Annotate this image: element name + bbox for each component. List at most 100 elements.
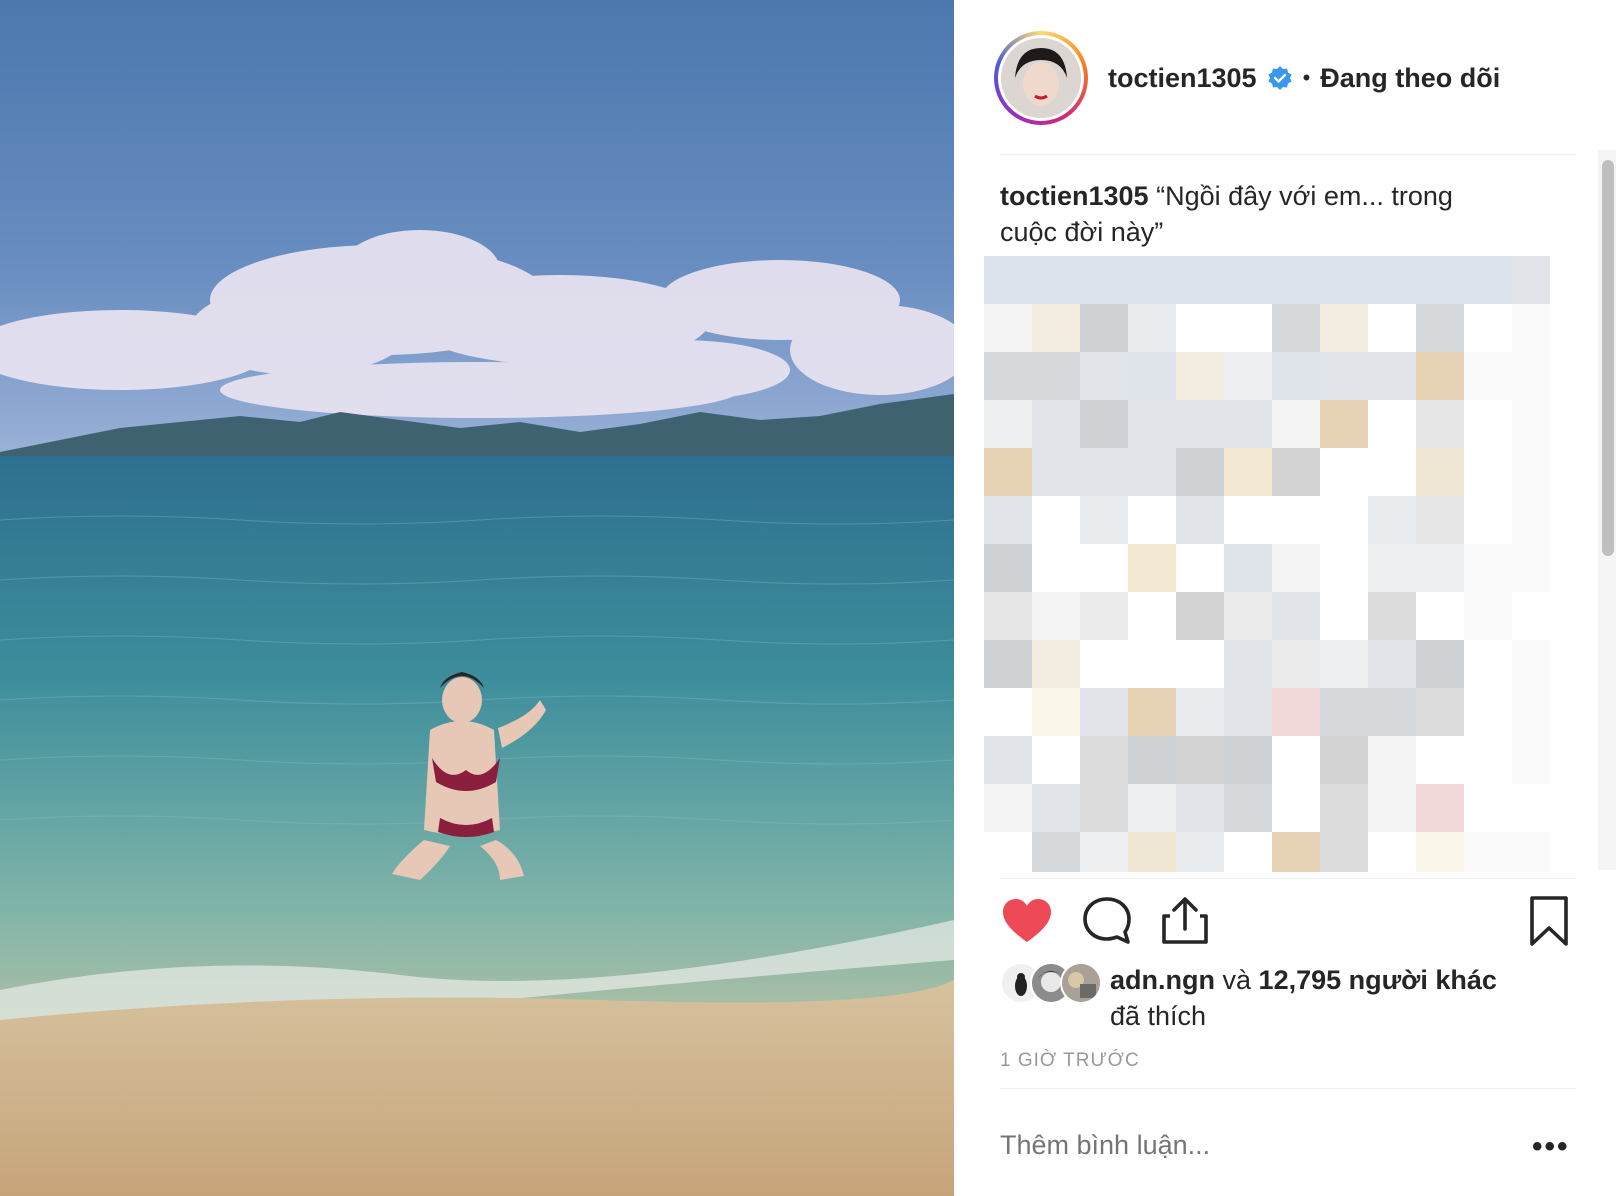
mosaic-cell xyxy=(1416,256,1464,304)
bookmark-icon[interactable] xyxy=(1522,894,1576,948)
post-username[interactable]: toctien1305 xyxy=(1108,63,1257,94)
mosaic-cell xyxy=(1320,256,1368,304)
more-options-button[interactable]: ••• xyxy=(1532,1130,1570,1164)
mosaic-cell xyxy=(1224,352,1272,400)
post-caption: toctien1305 “Ngồi đây với em... trong cu… xyxy=(1000,178,1500,250)
mosaic-cell xyxy=(1464,496,1512,544)
mosaic-cell xyxy=(984,256,1032,304)
mosaic-cell xyxy=(1320,544,1368,592)
comment-divider xyxy=(1000,1088,1576,1089)
mosaic-cell xyxy=(1368,784,1416,832)
mosaic-cell xyxy=(1032,784,1080,832)
mosaic-cell xyxy=(984,496,1032,544)
mosaic-cell xyxy=(1032,496,1080,544)
mosaic-cell xyxy=(1416,640,1464,688)
mosaic-cell xyxy=(1032,400,1080,448)
mosaic-cell xyxy=(1224,832,1272,872)
mosaic-cell xyxy=(1128,688,1176,736)
profile-avatar[interactable] xyxy=(994,31,1088,125)
mosaic-cell xyxy=(1464,688,1512,736)
mosaic-cell xyxy=(1032,736,1080,784)
follow-status-button[interactable]: Đang theo dõi xyxy=(1320,63,1500,94)
mosaic-cell xyxy=(1368,544,1416,592)
mosaic-cell xyxy=(984,832,1032,872)
avatar-inner xyxy=(998,35,1084,121)
mosaic-cell xyxy=(1224,640,1272,688)
mosaic-cell xyxy=(1272,832,1320,872)
mosaic-cell xyxy=(1032,688,1080,736)
post-timestamp[interactable]: 1 GIỜ TRƯỚC xyxy=(1000,1050,1140,1072)
mosaic-cell xyxy=(1128,256,1176,304)
mosaic-cell xyxy=(1176,544,1224,592)
liker-avatar[interactable] xyxy=(1060,962,1102,1004)
mosaic-cell xyxy=(1224,544,1272,592)
mosaic-cell xyxy=(1128,784,1176,832)
avatar-portrait xyxy=(1001,38,1081,118)
comment-input[interactable] xyxy=(1000,1130,1500,1161)
mosaic-cell xyxy=(1272,640,1320,688)
likes-text: adn.ngn và 12,795 người khác đã thích xyxy=(1110,962,1497,1034)
mosaic-cell xyxy=(1368,496,1416,544)
mosaic-cell xyxy=(1224,784,1272,832)
liked-by-username[interactable]: adn.ngn xyxy=(1110,965,1215,995)
mosaic-cell xyxy=(1512,544,1550,592)
mosaic-cell xyxy=(1512,784,1550,832)
caption-username[interactable]: toctien1305 xyxy=(1000,181,1149,211)
mosaic-cell xyxy=(1320,496,1368,544)
mosaic-cell xyxy=(1368,640,1416,688)
mosaic-cell xyxy=(1176,400,1224,448)
mosaic-cell xyxy=(1128,544,1176,592)
mosaic-cell xyxy=(1224,496,1272,544)
mosaic-cell xyxy=(1512,736,1550,784)
mosaic-cell xyxy=(1416,736,1464,784)
likes-count[interactable]: 12,795 người khác xyxy=(1259,965,1497,995)
mosaic-cell xyxy=(1176,784,1224,832)
mosaic-cell xyxy=(1320,688,1368,736)
mosaic-cell xyxy=(1320,736,1368,784)
mosaic-cell xyxy=(1464,400,1512,448)
share-icon[interactable] xyxy=(1158,894,1212,948)
mosaic-cell xyxy=(1128,400,1176,448)
mosaic-cell xyxy=(1272,544,1320,592)
mosaic-cell xyxy=(1368,448,1416,496)
mosaic-cell xyxy=(1080,736,1128,784)
likes-suffix: đã thích xyxy=(1110,1001,1207,1031)
mosaic-cell xyxy=(1224,448,1272,496)
mosaic-cell xyxy=(1416,448,1464,496)
mosaic-cell xyxy=(1464,832,1512,872)
heart-icon[interactable] xyxy=(1000,894,1054,948)
mosaic-cell xyxy=(1320,400,1368,448)
mosaic-cell xyxy=(1320,448,1368,496)
mosaic-cell xyxy=(1176,448,1224,496)
mosaic-cell xyxy=(1224,688,1272,736)
mosaic-cell xyxy=(1272,688,1320,736)
mosaic-cell xyxy=(1416,592,1464,640)
mosaic-cell xyxy=(1128,736,1176,784)
mosaic-cell xyxy=(984,304,1032,352)
comments-scrollbar[interactable] xyxy=(1602,160,1614,556)
mosaic-cell xyxy=(1176,832,1224,872)
mosaic-cell xyxy=(1128,832,1176,872)
mosaic-cell xyxy=(1512,832,1550,872)
mosaic-cell xyxy=(1464,592,1512,640)
mosaic-cell xyxy=(984,352,1032,400)
mosaic-cell xyxy=(1080,544,1128,592)
mosaic-cell xyxy=(1176,304,1224,352)
header-separator: • xyxy=(1302,65,1311,90)
mosaic-cell xyxy=(1464,784,1512,832)
mosaic-cell xyxy=(1080,592,1128,640)
avatar-image xyxy=(1001,38,1081,118)
mosaic-cell xyxy=(1032,544,1080,592)
mosaic-cell xyxy=(1128,640,1176,688)
likes-conjunction: và xyxy=(1222,965,1252,995)
comment-icon[interactable] xyxy=(1080,894,1134,948)
mosaic-cell xyxy=(1512,400,1550,448)
mosaic-cell xyxy=(1032,640,1080,688)
mosaic-cell xyxy=(1272,784,1320,832)
mosaic-cell xyxy=(1176,592,1224,640)
mosaic-cell xyxy=(984,640,1032,688)
mosaic-cell xyxy=(1464,304,1512,352)
mosaic-cell xyxy=(984,688,1032,736)
mosaic-cell xyxy=(1416,688,1464,736)
mosaic-cell xyxy=(1464,544,1512,592)
